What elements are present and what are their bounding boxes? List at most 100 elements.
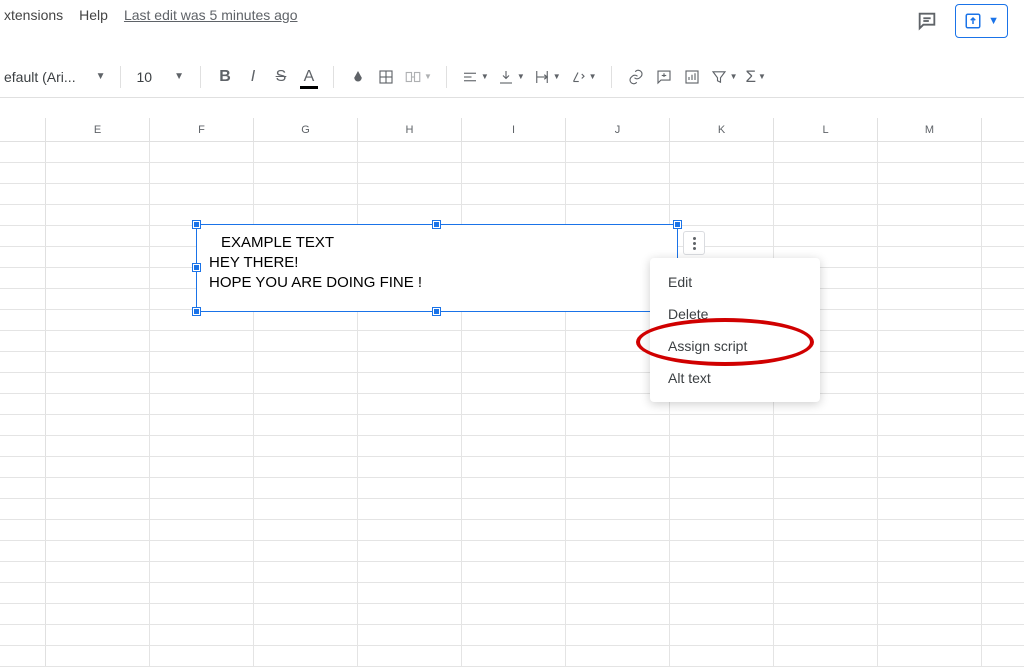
cell[interactable] [566,478,670,498]
cell[interactable] [46,289,150,309]
comment-button[interactable] [650,63,678,91]
cell[interactable] [358,310,462,330]
cell[interactable] [878,541,982,561]
cell[interactable] [46,478,150,498]
cell[interactable] [254,583,358,603]
borders-button[interactable] [372,63,400,91]
cell[interactable] [358,331,462,351]
cell[interactable] [566,562,670,582]
row-header[interactable] [0,415,46,435]
cell[interactable] [566,457,670,477]
cell[interactable] [150,520,254,540]
font-size-select[interactable]: 10 ▼ [131,69,190,85]
share-button[interactable]: ▼ [955,4,1008,38]
ctx-assign-script[interactable]: Assign script [650,330,820,362]
corner[interactable] [0,118,46,141]
cell[interactable] [150,373,254,393]
cell[interactable] [670,541,774,561]
cell[interactable] [566,184,670,204]
cell[interactable] [878,289,982,309]
cell[interactable] [878,415,982,435]
row-header[interactable] [0,226,46,246]
cell[interactable] [670,562,774,582]
cell[interactable] [46,415,150,435]
col-head[interactable]: F [150,118,254,141]
cell[interactable] [670,646,774,666]
cell[interactable] [150,562,254,582]
cell[interactable] [462,373,566,393]
cell[interactable] [254,562,358,582]
resize-handle[interactable] [433,308,440,315]
col-head[interactable]: M [878,118,982,141]
cell[interactable] [358,583,462,603]
cell[interactable] [878,226,982,246]
cell[interactable] [566,646,670,666]
cell[interactable] [254,457,358,477]
cell[interactable] [46,163,150,183]
cell[interactable] [878,457,982,477]
cell[interactable] [462,583,566,603]
cell[interactable] [46,394,150,414]
cell[interactable] [566,625,670,645]
cell[interactable] [774,520,878,540]
cell[interactable] [358,415,462,435]
cell[interactable] [878,478,982,498]
cell[interactable] [150,499,254,519]
italic-button[interactable]: I [239,63,267,91]
text-color-button[interactable]: A [295,63,323,91]
cell[interactable] [774,562,878,582]
row-header[interactable] [0,499,46,519]
last-edit-hint[interactable]: Last edit was 5 minutes ago [124,7,298,23]
ctx-delete[interactable]: Delete [650,298,820,330]
cell[interactable] [774,436,878,456]
cell[interactable] [462,604,566,624]
row-header[interactable] [0,205,46,225]
cell[interactable] [878,583,982,603]
cell[interactable] [46,541,150,561]
cell[interactable] [774,499,878,519]
cell[interactable] [46,625,150,645]
rotate-button[interactable]: ▼ [565,63,601,91]
bold-button[interactable]: B [211,63,239,91]
cell[interactable] [670,478,774,498]
cell[interactable] [462,184,566,204]
cell[interactable] [566,205,670,225]
cell[interactable] [358,646,462,666]
row-header[interactable] [0,394,46,414]
cell[interactable] [46,604,150,624]
row-header[interactable] [0,373,46,393]
cell[interactable] [254,205,358,225]
cell[interactable] [46,247,150,267]
cell[interactable] [462,478,566,498]
cell[interactable] [462,499,566,519]
cell[interactable] [150,142,254,162]
cell[interactable] [670,142,774,162]
cell[interactable] [462,331,566,351]
cell[interactable] [150,583,254,603]
cell[interactable] [254,478,358,498]
resize-handle[interactable] [674,221,681,228]
cell[interactable] [254,499,358,519]
valign-button[interactable]: ▼ [493,63,529,91]
cell[interactable] [670,163,774,183]
cell[interactable] [774,541,878,561]
cell[interactable] [46,520,150,540]
cell[interactable] [774,415,878,435]
cell[interactable] [150,604,254,624]
cell[interactable] [462,646,566,666]
cell[interactable] [878,520,982,540]
cell[interactable] [878,247,982,267]
cell[interactable] [150,331,254,351]
cell[interactable] [878,205,982,225]
cell[interactable] [462,310,566,330]
cell[interactable] [46,142,150,162]
row-header[interactable] [0,289,46,309]
cell[interactable] [878,184,982,204]
cell[interactable] [46,457,150,477]
cell[interactable] [150,436,254,456]
cell[interactable] [462,142,566,162]
cell[interactable] [358,604,462,624]
cell[interactable] [774,646,878,666]
cell[interactable] [878,268,982,288]
col-head[interactable]: H [358,118,462,141]
